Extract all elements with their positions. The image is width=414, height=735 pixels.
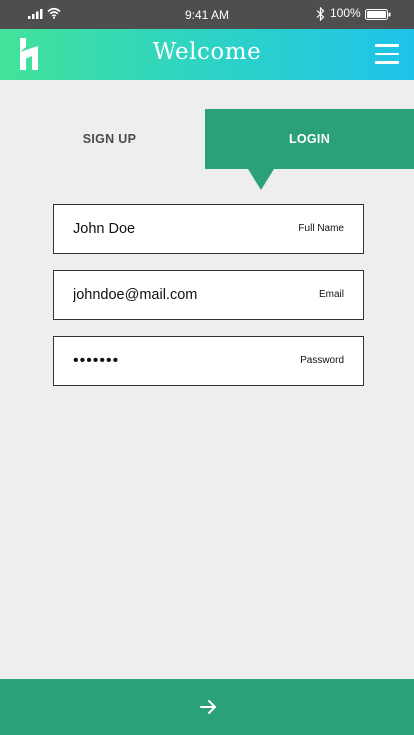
tab-sign-up[interactable]: SIGN UP (5, 109, 214, 169)
app-header: Welcome (0, 29, 414, 80)
full-name-field-box: Full Name (53, 204, 364, 254)
tab-login[interactable]: LOGIN (205, 109, 414, 169)
email-field-box: Email (53, 270, 364, 320)
full-name-label: Full Name (298, 223, 344, 234)
tab-sign-up-label: SIGN UP (82, 132, 137, 146)
email-input[interactable] (73, 271, 283, 319)
password-field-box: Password (53, 336, 364, 386)
status-bar: 9:41 AM 100% (0, 0, 414, 29)
arrow-right-icon (200, 700, 216, 714)
battery-percent: 100% (330, 6, 361, 20)
tab-login-label: LOGIN (288, 132, 331, 146)
page-title: Welcome (152, 39, 262, 65)
hamburger-menu-icon[interactable] (375, 44, 399, 64)
bluetooth-icon (316, 7, 325, 21)
email-label: Email (318, 289, 344, 300)
battery-icon (365, 9, 391, 20)
full-name-input[interactable] (73, 205, 283, 253)
submit-button[interactable] (0, 679, 414, 735)
password-label: Password (300, 355, 344, 366)
password-input[interactable] (73, 337, 283, 385)
active-tab-pointer (248, 169, 274, 190)
